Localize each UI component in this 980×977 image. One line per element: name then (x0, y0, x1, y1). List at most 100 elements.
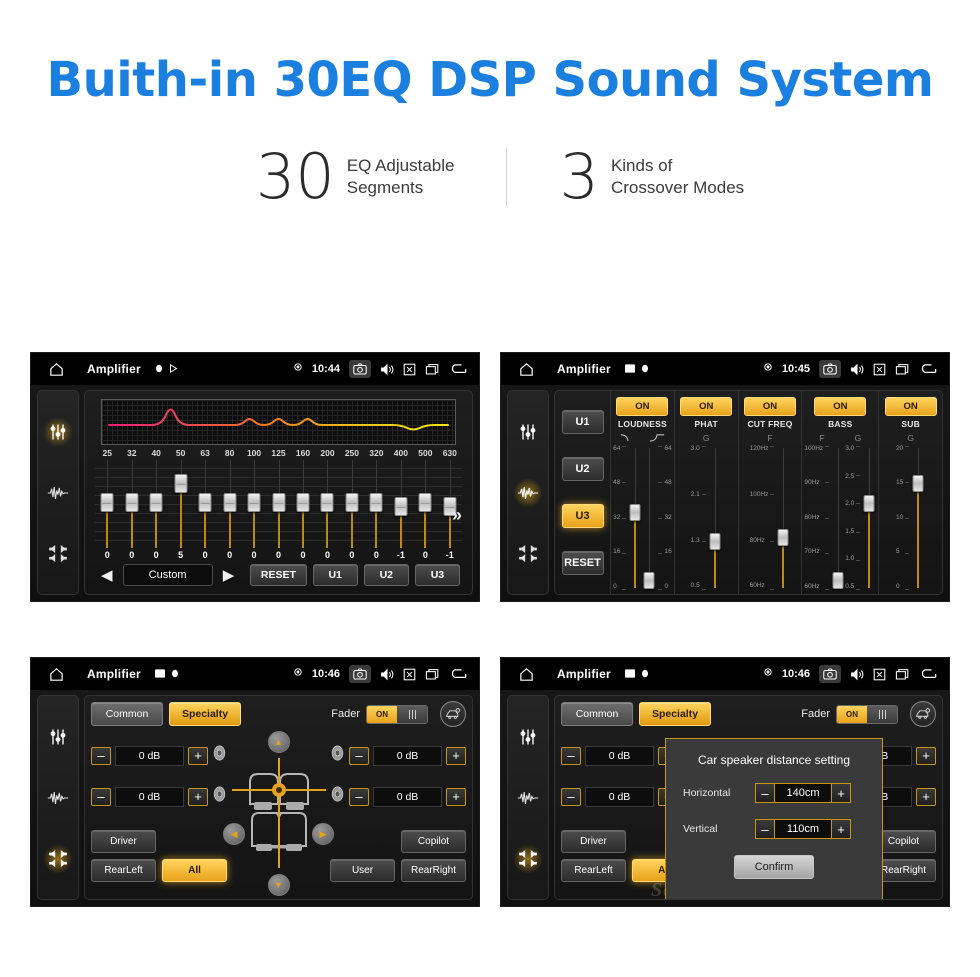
reset-button[interactable]: RESET (250, 564, 307, 586)
dsp-slider-knob[interactable] (709, 532, 721, 550)
sidebar-item-waveform[interactable] (513, 783, 543, 813)
plus-button[interactable]: + (188, 746, 208, 765)
car-settings-icon[interactable] (910, 701, 936, 727)
toggle-button[interactable]: ON (743, 397, 796, 416)
dsp-slider-track[interactable] (911, 446, 925, 590)
eq-band[interactable]: 0 (339, 460, 365, 560)
dsp-slider[interactable]: 120Hz 100Hz 80Hz 60Hz (750, 445, 791, 590)
sidebar-item-eq[interactable] (43, 722, 73, 752)
eq-band[interactable]: 0 (364, 460, 389, 560)
eq-band[interactable]: 0 (217, 460, 242, 560)
camera-icon[interactable] (819, 360, 841, 378)
preset-u1-button[interactable]: U1 (561, 410, 604, 435)
dsp-slider-knob[interactable] (832, 571, 844, 589)
recents-icon[interactable] (425, 668, 440, 681)
minus-button[interactable]: – (349, 746, 369, 765)
dsp-slider-knob[interactable] (629, 504, 641, 522)
dsp-slider[interactable]: 3.0 2.1 1.3 0.5 (691, 445, 722, 590)
preset-u1-button[interactable]: U1 (312, 564, 358, 586)
dsp-slider-track[interactable] (862, 446, 876, 590)
eq-band-track[interactable] (241, 460, 267, 548)
toggle-button[interactable]: ON (616, 397, 669, 416)
preset-u2-button[interactable]: U2 (561, 457, 604, 482)
eq-band-knob[interactable] (100, 493, 114, 513)
eq-band-track[interactable] (168, 460, 193, 548)
camera-icon[interactable] (349, 665, 371, 683)
sidebar-item-waveform[interactable] (513, 477, 543, 508)
preset-next-button[interactable]: ▶ (219, 566, 239, 584)
eq-band-track[interactable] (143, 460, 169, 548)
arrow-left-button[interactable]: ◀ (223, 823, 245, 846)
dsp-slider-knob[interactable] (863, 495, 875, 513)
eq-band-track[interactable] (290, 460, 316, 548)
eq-next-page-button[interactable]: » (452, 505, 462, 526)
dsp-slider[interactable]: 100Hz 90Hz 80Hz 70Hz 60Hz (804, 445, 845, 590)
tab-specialty[interactable]: Specialty (169, 702, 241, 726)
back-icon[interactable] (449, 362, 469, 376)
dsp-slider-track[interactable] (628, 446, 642, 590)
sidebar-item-balance[interactable] (513, 843, 543, 874)
sidebar-item-waveform[interactable] (43, 783, 73, 813)
plus-button[interactable]: + (831, 819, 851, 839)
home-icon[interactable] (511, 666, 541, 683)
sidebar-item-waveform[interactable] (43, 478, 73, 508)
dsp-slider-knob[interactable] (643, 571, 655, 589)
eq-band-knob[interactable] (174, 474, 188, 494)
arrow-up-button[interactable]: ▲ (267, 731, 290, 753)
sidebar-item-eq[interactable] (513, 722, 543, 752)
fader-toggle[interactable]: ON (366, 704, 428, 724)
preset-all-button[interactable]: All (162, 858, 227, 882)
eq-band-knob[interactable] (394, 497, 408, 517)
preset-u2-button[interactable]: U2 (363, 564, 409, 586)
eq-band[interactable]: 0 (143, 460, 169, 560)
eq-band-knob[interactable] (320, 493, 334, 513)
preset-rearleft-button[interactable]: RearLeft (561, 858, 626, 882)
eq-band-track[interactable] (119, 460, 144, 548)
plus-button[interactable]: + (916, 787, 936, 806)
plus-button[interactable]: + (446, 746, 466, 765)
eq-band[interactable]: 0 (192, 460, 218, 560)
plus-button[interactable]: + (831, 783, 851, 803)
volume-icon[interactable] (380, 363, 394, 376)
eq-band[interactable]: 0 (290, 460, 316, 560)
home-icon[interactable] (41, 361, 71, 378)
toggle-button[interactable]: ON (884, 397, 937, 416)
eq-band-knob[interactable] (223, 493, 237, 513)
tab-specialty[interactable]: Specialty (639, 702, 711, 726)
preset-user-button[interactable]: User (330, 858, 395, 882)
eq-band[interactable]: 0 (413, 460, 438, 560)
plus-button[interactable]: + (446, 787, 466, 806)
eq-band-knob[interactable] (198, 493, 212, 513)
eq-band[interactable]: 5 (168, 460, 193, 560)
eq-band-knob[interactable] (149, 493, 163, 513)
minus-button[interactable]: – (561, 787, 581, 806)
eq-band-track[interactable] (388, 460, 414, 548)
fader-toggle[interactable]: ON (836, 704, 898, 724)
preset-u3-button[interactable]: U3 (414, 564, 460, 586)
eq-band-track[interactable] (192, 460, 218, 548)
close-box-icon[interactable] (403, 363, 416, 376)
sidebar-item-eq[interactable] (43, 416, 73, 447)
sidebar-item-balance[interactable] (513, 539, 543, 569)
toggle-button[interactable]: ON (814, 397, 867, 416)
dsp-slider[interactable]: 3.0 2.5 2.0 1.5 1.0 0.5 (845, 445, 876, 590)
eq-band-knob[interactable] (272, 493, 286, 513)
eq-band-track[interactable] (95, 460, 120, 548)
close-box-icon[interactable] (403, 668, 416, 681)
eq-band-track[interactable] (364, 460, 389, 548)
sidebar-item-eq[interactable] (513, 417, 543, 447)
close-box-icon[interactable] (873, 668, 886, 681)
dsp-slider-knob[interactable] (777, 528, 789, 546)
preset-driver-button[interactable]: Driver (91, 829, 156, 853)
arrow-down-button[interactable]: ▼ (267, 874, 290, 896)
dsp-slider-track[interactable] (642, 446, 656, 590)
eq-band[interactable]: 0 (315, 460, 340, 560)
dsp-slider-track[interactable] (831, 446, 845, 590)
minus-button[interactable]: – (349, 787, 369, 806)
eq-band-knob[interactable] (418, 493, 432, 513)
dsp-slider[interactable]: 64 48 32 16 0 (613, 445, 642, 590)
camera-icon[interactable] (349, 360, 371, 378)
eq-band-knob[interactable] (296, 493, 310, 513)
seat-diagram[interactable]: ▲ ▼ ◀ ▶ (223, 731, 334, 896)
minus-button[interactable]: – (91, 746, 111, 765)
